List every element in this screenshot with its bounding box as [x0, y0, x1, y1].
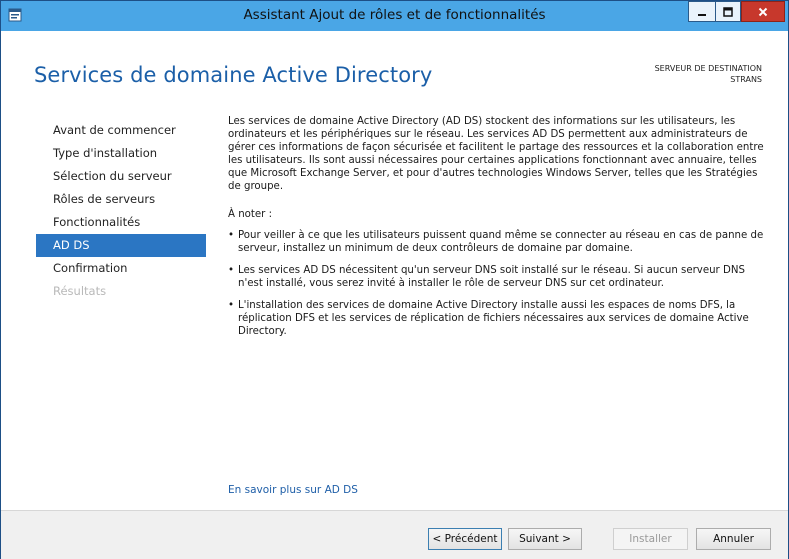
- maximize-button[interactable]: [715, 1, 741, 22]
- window-title: Assistant Ajout de rôles et de fonctionn…: [243, 7, 546, 23]
- learn-more-link[interactable]: En savoir plus sur AD DS: [228, 484, 358, 496]
- install-button: Installer: [613, 528, 688, 550]
- title-bar[interactable]: Assistant Ajout de rôles et de fonctionn…: [1, 1, 788, 31]
- destination-server-info: SERVEUR DE DESTINATION STRANS: [655, 63, 762, 85]
- nav-item-roles-serveurs[interactable]: Rôles de serveurs: [36, 188, 206, 211]
- wizard-header: Services de domaine Active Directory SER…: [1, 31, 788, 103]
- close-icon: [758, 2, 768, 21]
- nav-item-type-installation[interactable]: Type d'installation: [36, 142, 206, 165]
- list-item: Pour veiller à ce que les utilisateurs p…: [228, 229, 768, 255]
- content-panel: Les services de domaine Active Directory…: [228, 115, 768, 347]
- nav-item-fonctionnalites[interactable]: Fonctionnalités: [36, 211, 206, 234]
- close-button[interactable]: [741, 1, 785, 22]
- nav-item-avant-de-commencer[interactable]: Avant de commencer: [36, 119, 206, 142]
- minimize-button[interactable]: [688, 1, 715, 22]
- nav-item-confirmation[interactable]: Confirmation: [36, 257, 206, 280]
- wizard-steps-nav: Avant de commencer Type d'installation S…: [36, 119, 206, 303]
- nav-item-selection-serveur[interactable]: Sélection du serveur: [36, 165, 206, 188]
- nav-item-ad-ds[interactable]: AD DS: [36, 234, 206, 257]
- wizard-window: Assistant Ajout de rôles et de fonctionn…: [0, 0, 789, 559]
- minimize-icon: [697, 2, 707, 21]
- list-item: L'installation des services de domaine A…: [228, 299, 768, 338]
- note-heading: À noter :: [228, 209, 273, 220]
- destination-server-name: STRANS: [730, 75, 762, 84]
- list-item: Les services AD DS nécessitent qu'un ser…: [228, 264, 768, 290]
- wizard-footer: < Précédent Suivant > Installer Annuler: [1, 510, 788, 559]
- previous-button[interactable]: < Précédent: [428, 528, 502, 550]
- nav-item-resultats: Résultats: [53, 284, 107, 298]
- intro-paragraph: Les services de domaine Active Directory…: [228, 116, 764, 192]
- next-button[interactable]: Suivant >: [508, 528, 582, 550]
- cancel-button[interactable]: Annuler: [696, 528, 771, 550]
- destination-label: SERVEUR DE DESTINATION: [654, 64, 762, 73]
- page-title: Services de domaine Active Directory: [34, 63, 433, 87]
- maximize-icon: [723, 2, 733, 21]
- notes-list: Pour veiller à ce que les utilisateurs p…: [228, 229, 768, 338]
